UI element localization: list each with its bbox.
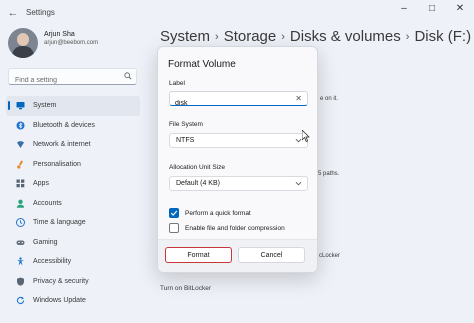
breadcrumb-item[interactable]: Storage — [224, 28, 277, 45]
breadcrumb-separator-icon: › — [281, 30, 285, 43]
label-field[interactable]: ✕ — [169, 91, 308, 110]
dialog-title: Format Volume — [168, 59, 236, 70]
sidebar-item-personalisation[interactable]: Personalisation — [6, 155, 140, 175]
compression-checkbox[interactable] — [169, 223, 179, 233]
shield-icon — [16, 277, 25, 286]
dialog-footer: Format Cancel — [158, 239, 317, 272]
app-title: Settings — [26, 8, 55, 17]
apps-icon — [16, 179, 25, 188]
sidebar-item-label: Gaming — [33, 238, 58, 246]
sidebar-item-label: Network & internet — [33, 141, 91, 149]
format-volume-dialog: Format Volume Label ✕ File System NTFS A… — [157, 46, 318, 273]
user-name: Arjun Sha — [44, 31, 75, 38]
compression-label: Enable file and folder compression — [185, 224, 285, 232]
sidebar-item-label: System — [33, 102, 57, 110]
title-bar: ← Settings – □ ✕ — [0, 0, 474, 26]
globe-clock-icon — [16, 218, 25, 228]
close-button[interactable]: ✕ — [446, 0, 474, 20]
sidebar-item-label: Windows Update — [33, 297, 86, 305]
monitor-icon — [16, 101, 25, 110]
file-system-value: NTFS — [176, 137, 195, 144]
breadcrumb-item: Disk (F:) — [414, 28, 472, 45]
search-input[interactable] — [9, 73, 119, 88]
update-icon — [16, 296, 25, 305]
brush-icon — [16, 160, 25, 169]
bluetooth-icon — [16, 121, 25, 130]
quick-format-label: Perform a quick format — [185, 209, 251, 217]
mouse-cursor-icon — [302, 130, 310, 142]
sidebar-item-label: Personalisation — [33, 160, 81, 168]
sidebar-item-label: Privacy & security — [33, 277, 89, 285]
quick-format-option[interactable]: Perform a quick format — [169, 208, 251, 218]
sidebar-item-apps[interactable]: Apps — [6, 174, 140, 194]
chevron-down-icon — [295, 138, 302, 143]
clear-icon[interactable]: ✕ — [295, 93, 302, 105]
sidebar-item-label: Time & language — [33, 219, 86, 227]
sidebar-item-privacy-security[interactable]: Privacy & security — [6, 272, 140, 292]
minimize-button[interactable]: – — [390, 0, 418, 20]
sidebar-item-label: Apps — [33, 180, 49, 188]
sidebar-item-windows-update[interactable]: Windows Update — [6, 291, 140, 311]
sidebar-item-accessibility[interactable]: Accessibility — [6, 252, 140, 272]
cancel-button[interactable]: Cancel — [238, 247, 305, 263]
quick-format-checkbox[interactable] — [169, 208, 179, 218]
label-caption: Label — [169, 80, 185, 87]
chevron-down-icon — [295, 181, 302, 186]
avatar — [8, 28, 38, 58]
allocation-caption: Allocation Unit Size — [169, 164, 225, 171]
breadcrumb: System › Storage › Disks & volumes › Disk (F:) — [160, 28, 471, 45]
allocation-select[interactable]: Default (4 KB) — [169, 176, 308, 191]
background-text: cLocker — [319, 253, 341, 259]
background-text: 5 paths. — [318, 171, 340, 177]
search-box[interactable] — [8, 68, 137, 88]
window-controls: – □ ✕ — [390, 0, 474, 22]
label-input[interactable] — [170, 97, 285, 110]
sidebar-item-accounts[interactable]: Accounts — [6, 194, 140, 214]
sidebar-item-system[interactable]: System — [6, 96, 140, 116]
breadcrumb-item[interactable]: Disks & volumes — [290, 28, 401, 45]
breadcrumb-separator-icon: › — [215, 30, 219, 43]
allocation-value: Default (4 KB) — [176, 180, 220, 187]
background-text: e on it. — [320, 96, 339, 102]
search-icon[interactable] — [124, 72, 132, 80]
breadcrumb-item[interactable]: System — [160, 28, 210, 45]
turn-on-bitlocker-link[interactable]: Turn on BitLocker — [160, 285, 211, 292]
sidebar-item-network-internet[interactable]: Network & internet — [6, 135, 140, 155]
accessibility-icon — [16, 257, 25, 266]
format-button[interactable]: Format — [165, 247, 232, 263]
sidebar-item-bluetooth-devices[interactable]: Bluetooth & devices — [6, 116, 140, 136]
person-icon — [16, 199, 25, 208]
gamepad-icon — [16, 238, 25, 247]
breadcrumb-separator-icon: › — [405, 30, 410, 43]
maximize-button[interactable]: □ — [418, 0, 446, 20]
checkmark-icon — [170, 210, 178, 216]
back-arrow-icon[interactable]: ← — [6, 6, 20, 20]
sidebar-item-label: Accounts — [33, 199, 62, 207]
compression-option[interactable]: Enable file and folder compression — [169, 223, 285, 233]
sidebar-item-time-language[interactable]: Time & language — [6, 213, 140, 233]
file-system-caption: File System — [169, 121, 203, 128]
file-system-select[interactable]: NTFS — [169, 133, 308, 148]
user-email: arjun@beebom.com — [44, 40, 99, 46]
sidebar-item-gaming[interactable]: Gaming — [6, 233, 140, 253]
sidebar-item-label: Bluetooth & devices — [33, 121, 95, 129]
sidebar-item-label: Accessibility — [33, 258, 72, 266]
network-icon — [16, 140, 25, 149]
sidebar-nav: System Bluetooth & devices Network & inter… — [6, 96, 140, 311]
